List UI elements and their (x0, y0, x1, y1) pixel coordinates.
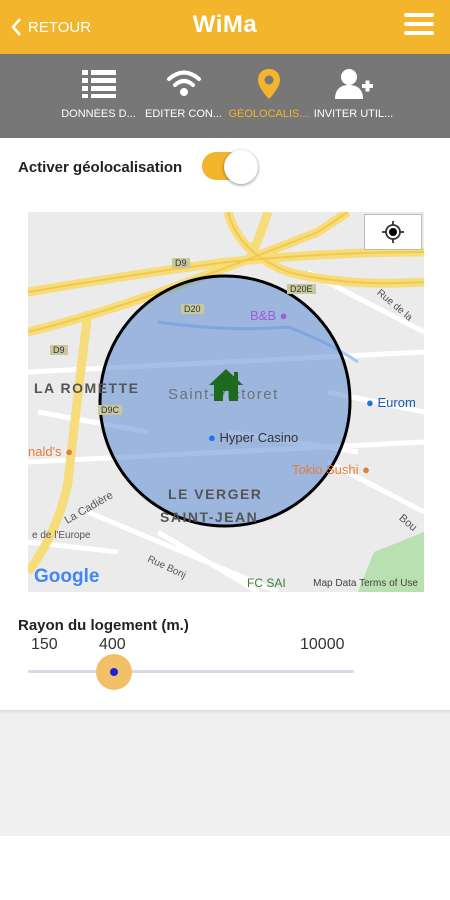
road-shield: D20 (181, 304, 204, 314)
map-poi-label: B&B (250, 308, 277, 323)
slider-value-label: 400 (99, 636, 126, 653)
restaurant-pin-icon: ● (65, 444, 74, 459)
tab-label: INVITER UTIL... (313, 108, 394, 120)
wifi-icon (141, 68, 226, 102)
map-poi: nald's ● (28, 444, 73, 459)
list-icon (56, 68, 141, 102)
add-user-icon (311, 68, 396, 102)
map-poi-label: nald's (28, 444, 62, 459)
map-poi: B&B ● (250, 308, 288, 323)
tab-bar: DONNÉES D... EDITER CON... GÉOLOCALIS...… (0, 54, 450, 138)
restaurant-pin-icon: ● (362, 462, 370, 477)
map-label: FC SAI (247, 576, 286, 590)
map-poi: Tokio Sushi ● (292, 462, 370, 477)
app-logo: WiMa (192, 11, 258, 38)
radius-slider[interactable] (28, 654, 354, 690)
road-shield: D9C (98, 405, 123, 415)
google-logo: Google (34, 566, 100, 587)
shopping-pin-icon: ● (208, 430, 216, 445)
geolocation-toggle[interactable] (200, 148, 260, 184)
tab-editer[interactable]: EDITER CON... (141, 54, 226, 138)
map-poi: ● Hyper Casino (208, 430, 298, 445)
road-shield: D9 (172, 258, 190, 268)
hamburger-menu-icon[interactable] (404, 13, 434, 39)
tab-geolocalisation[interactable]: GÉOLOCALIS... (226, 54, 311, 138)
tab-inviter[interactable]: INVITER UTIL... (311, 54, 396, 138)
slider-thumb[interactable] (96, 654, 133, 690)
map-poi-label: Eurom (377, 395, 416, 410)
map-poi-label: Tokio Sushi (292, 462, 359, 477)
tab-label: EDITER CON... (144, 108, 222, 120)
locate-button[interactable] (364, 214, 422, 250)
toggle-knob (224, 150, 258, 184)
hotel-pin-icon: ● (279, 308, 288, 323)
app-header: RETOUR WiMa (0, 0, 450, 54)
geolocation-label: Activer géolocalisation (18, 159, 183, 176)
house-icon (208, 368, 244, 407)
footer-area (0, 714, 450, 836)
map-poi-label: Hyper Casino (219, 430, 299, 445)
map-view[interactable]: LA ROMETTE Saint-Victoret LE VERGER SAIN… (28, 212, 424, 592)
slider-rail (28, 670, 354, 673)
map-attribution[interactable]: Map Data Terms of Use (313, 578, 418, 589)
geolocation-row: Activer géolocalisation (18, 148, 432, 186)
road-shield: D9 (50, 345, 68, 355)
map-label: LA ROMETTE (34, 380, 140, 396)
slider-thumb-dot (110, 668, 119, 676)
map-label: LE VERGER (168, 486, 263, 502)
tab-label: GÉOLOCALIS... (228, 108, 309, 120)
tab-donnees[interactable]: DONNÉES D... (56, 54, 141, 138)
map-street: e de l'Europe (32, 530, 91, 541)
radius-title: Rayon du logement (m.) (18, 617, 189, 634)
slider-min-label: 150 (31, 636, 58, 653)
car-pin-icon: ● (366, 395, 374, 410)
road-shield: D20E (287, 284, 316, 294)
map-poi: ● Eurom (366, 395, 416, 410)
crosshair-locate-icon (382, 221, 404, 243)
map-label: SAINT-JEAN (160, 509, 259, 525)
tab-label: DONNÉES D... (61, 108, 136, 120)
slider-max-label: 10000 (300, 636, 345, 653)
location-pin-icon (226, 68, 311, 102)
